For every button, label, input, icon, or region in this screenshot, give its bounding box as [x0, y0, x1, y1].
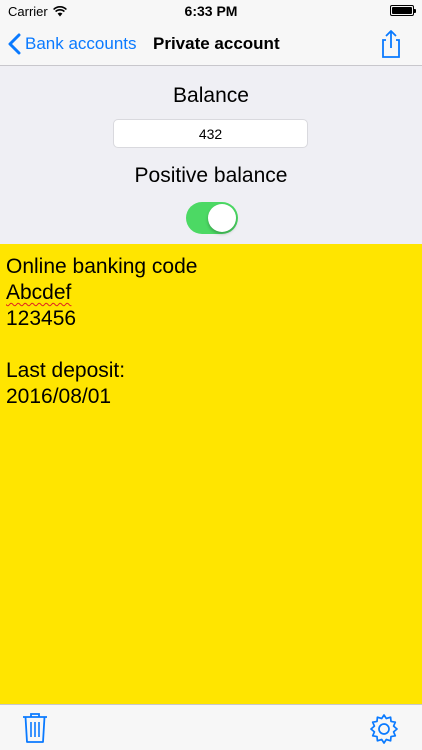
back-button-label: Bank accounts [25, 34, 137, 53]
chevron-left-icon [8, 33, 21, 55]
notes-line [6, 332, 416, 358]
balance-input[interactable] [113, 119, 308, 148]
balance-label: Balance [173, 84, 249, 107]
back-button[interactable]: Bank accounts [8, 22, 137, 66]
notes-line: 2016/08/01 [6, 385, 112, 408]
notes-line: Last deposit: [6, 359, 126, 382]
navigation-bar: Bank accounts Private account [0, 22, 422, 66]
delete-button[interactable] [22, 712, 48, 744]
positive-balance-toggle[interactable] [186, 202, 238, 234]
bottom-toolbar [0, 704, 422, 750]
notes-line: 123456 [6, 307, 77, 330]
page-title: Private account [153, 34, 280, 53]
status-time: 6:33 PM [184, 3, 238, 19]
notes-line: Abcdef [6, 281, 72, 304]
share-icon [382, 30, 400, 58]
toggle-knob [208, 204, 236, 232]
trash-icon [23, 713, 47, 743]
positive-balance-label: Positive balance [134, 164, 288, 187]
notes-line: Online banking code [6, 255, 198, 278]
gear-icon [370, 714, 398, 744]
battery-icon [390, 5, 416, 16]
share-button[interactable] [376, 29, 406, 59]
notes-text-area[interactable]: Online banking code Abcdef 123456 Last d… [0, 244, 422, 704]
settings-button[interactable] [368, 713, 400, 745]
status-bar: Carrier 6:33 PM [0, 0, 422, 22]
